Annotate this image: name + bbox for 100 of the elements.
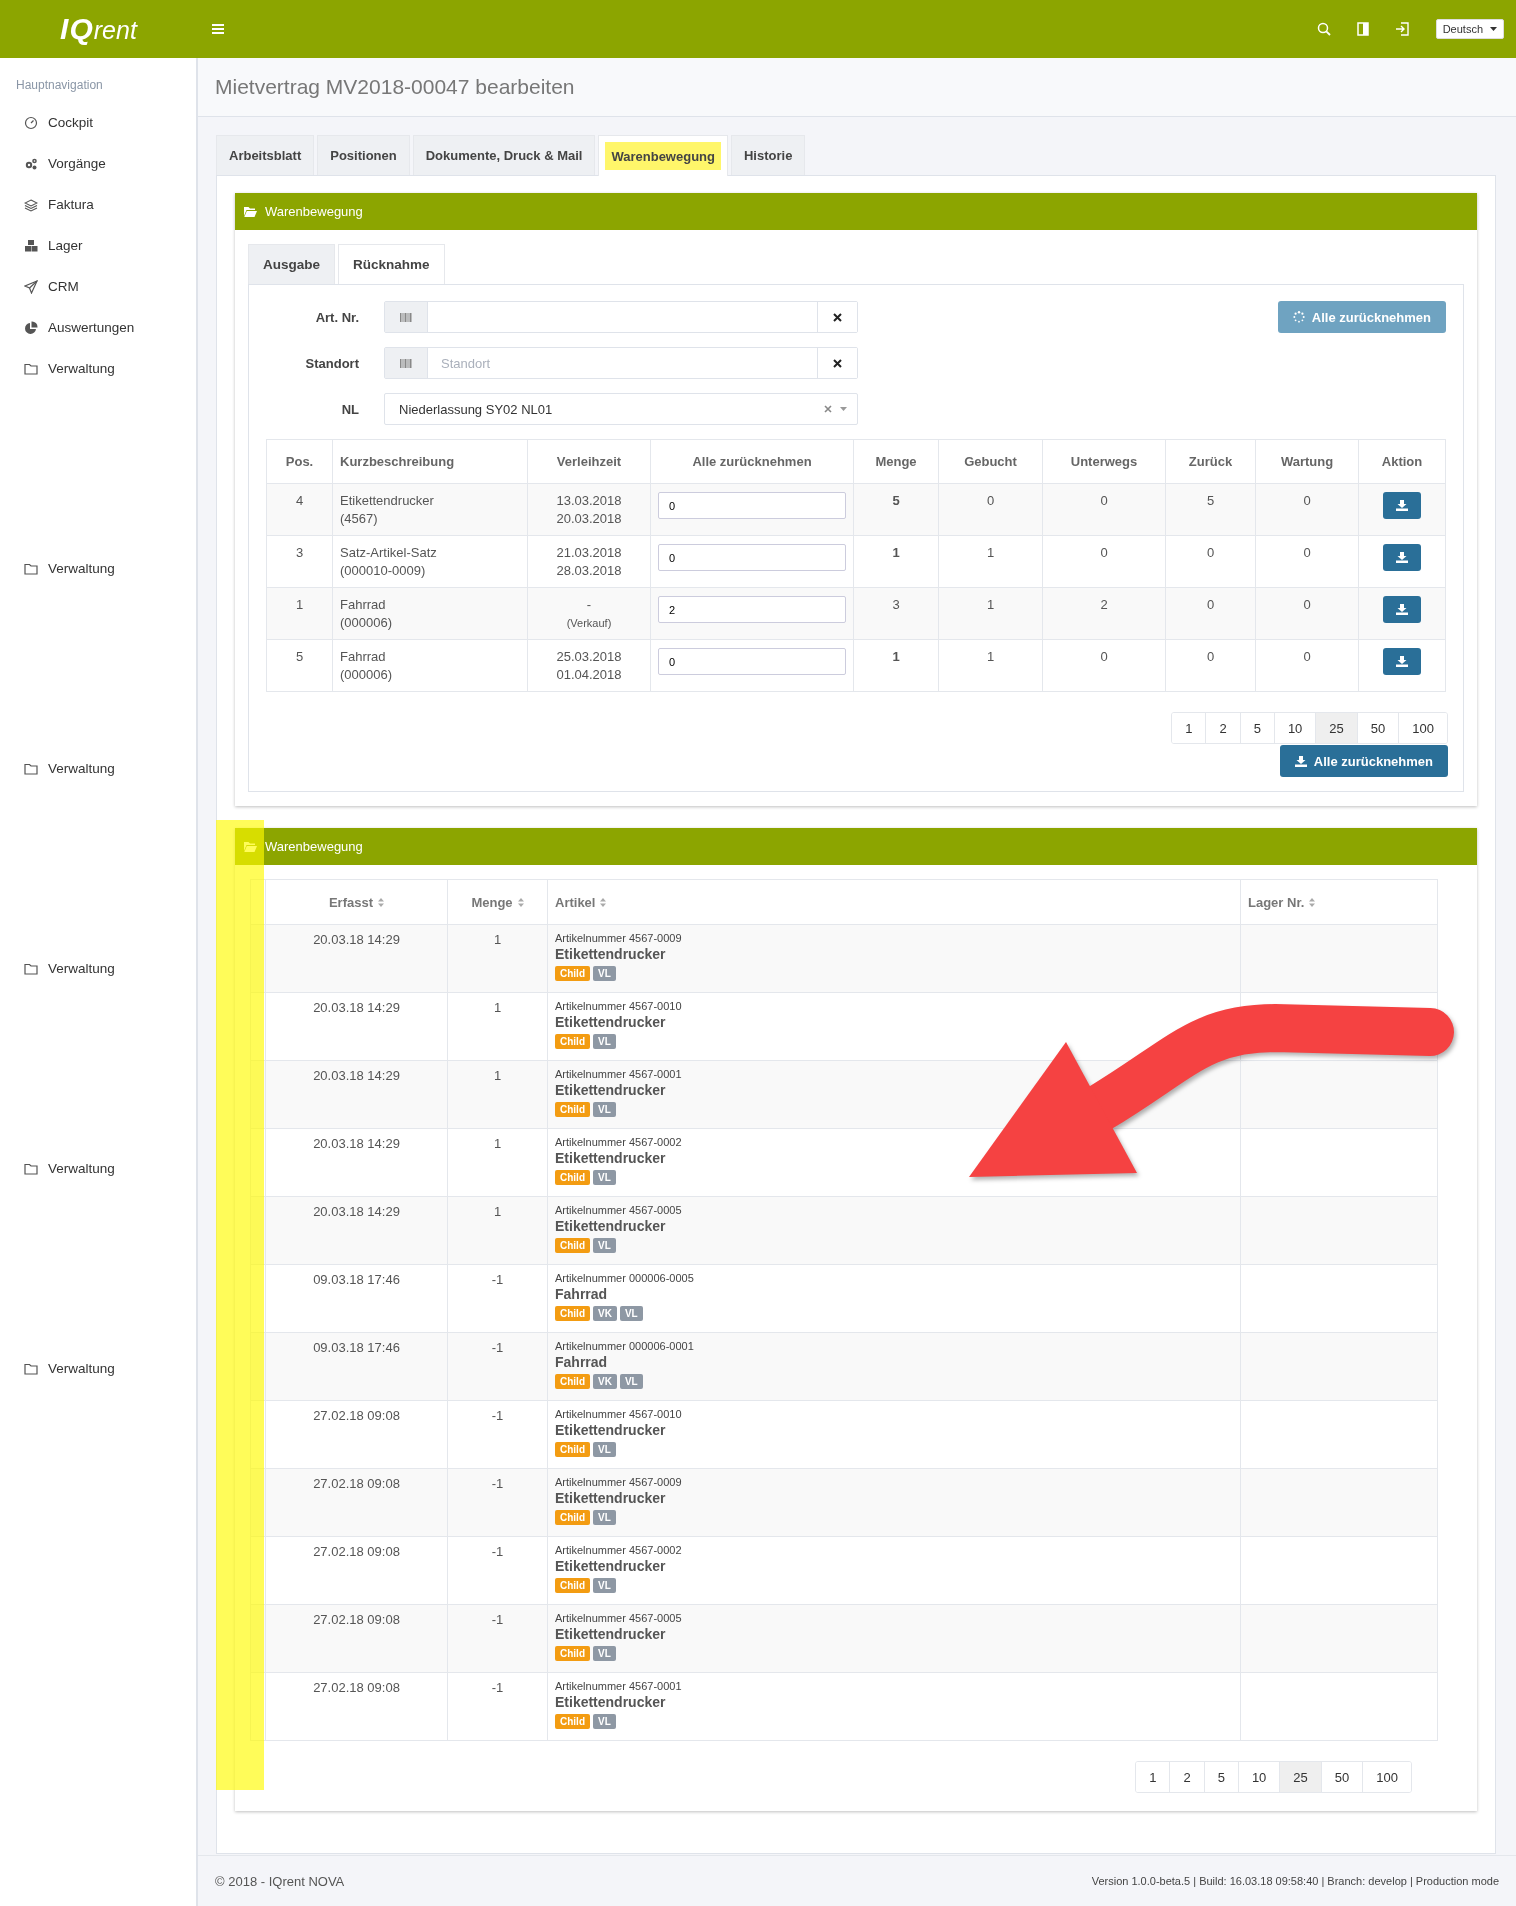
table-cell: 0	[1042, 639, 1166, 692]
return-button[interactable]	[1383, 648, 1421, 675]
sortable-header[interactable]: Erfasst	[328, 894, 385, 910]
language-select[interactable]: Deutsch	[1435, 19, 1504, 39]
article-name: Etikettendrucker	[555, 1490, 667, 1506]
sortable-header[interactable]: Menge	[471, 894, 524, 910]
return-button[interactable]	[1383, 492, 1421, 519]
table-cell-text: 13.03.2018	[555, 492, 623, 510]
article-number: Artikelnummer 4567-0002	[555, 1544, 683, 1556]
article-name: Etikettendrucker	[555, 1150, 667, 1166]
table-cell: -1	[447, 1468, 548, 1537]
tab[interactable]: Historie	[731, 135, 806, 175]
table-cell: 09.03.18 17:46	[265, 1332, 448, 1401]
article-name: Fahrrad	[555, 1286, 609, 1302]
quantity-input[interactable]: 0	[658, 492, 846, 519]
article-name: Etikettendrucker	[555, 1558, 667, 1574]
tab[interactable]: Rücknahme	[338, 244, 445, 284]
folder-icon	[244, 841, 257, 852]
table-cell: 5	[853, 483, 939, 536]
tag: VL	[619, 1306, 643, 1321]
sidebar-item[interactable]: Vorgänge	[0, 143, 196, 184]
return-all-button[interactable]: Alle zurücknehmen	[1279, 745, 1448, 777]
column-header: Wartung	[1255, 439, 1359, 484]
table-cell: 27.02.18 09:08	[265, 1536, 448, 1605]
table-cell: 20.03.18 14:29	[265, 1060, 448, 1129]
tab[interactable]: Warenbewegung	[598, 135, 728, 176]
download-icon	[1396, 552, 1408, 563]
sidebar-item[interactable]: Auswertungen	[0, 307, 196, 348]
article-number: Artikelnummer 4567-0009	[555, 1476, 683, 1488]
article-name: Fahrrad	[555, 1354, 609, 1370]
page-size-button[interactable]: 100	[1362, 1762, 1411, 1792]
article-number: Artikelnummer 4567-0010	[555, 1000, 683, 1012]
table-cell-text: (4567)	[340, 510, 379, 528]
page-size-button[interactable]: 25	[1315, 713, 1357, 743]
article-number: Artikelnummer 4567-0002	[555, 1136, 683, 1148]
tag: VL	[593, 1102, 616, 1117]
logout-icon[interactable]	[1394, 22, 1410, 36]
tag: VL	[593, 1646, 616, 1661]
table-cell: 1	[447, 992, 548, 1061]
text-field[interactable]: Standort	[384, 347, 858, 379]
sidebar-item[interactable]: Verwaltung	[0, 348, 196, 389]
tag: Child	[555, 1238, 590, 1253]
sortable-header[interactable]: Artikel	[555, 894, 607, 910]
panel-toggle-icon[interactable]	[1356, 22, 1369, 36]
sidebar-item[interactable]: Verwaltung	[0, 548, 196, 589]
quantity-input[interactable]: 2	[658, 596, 846, 623]
table-cell: 1	[853, 535, 939, 588]
sidebar-item[interactable]: CRM	[0, 266, 196, 307]
page-size-button[interactable]: 100	[1398, 713, 1447, 743]
quantity-input[interactable]: 0	[658, 544, 846, 571]
search-icon[interactable]	[1316, 22, 1331, 36]
sidebar-item[interactable]: Faktura	[0, 184, 196, 225]
table-cell: 3	[266, 535, 333, 588]
sidebar-item[interactable]: Verwaltung	[0, 1148, 196, 1189]
folder-icon	[24, 761, 38, 776]
table-cell: 0	[1255, 639, 1359, 692]
caret-icon	[1490, 27, 1497, 31]
sortable-header[interactable]: Lager Nr.	[1248, 894, 1316, 910]
tag: VL	[593, 1510, 616, 1525]
page-size-button[interactable]: 25	[1279, 1762, 1321, 1792]
table-cell: -1	[447, 1672, 548, 1741]
table-cell: 0	[1042, 483, 1166, 536]
table-cell: 1	[447, 1060, 548, 1129]
column-header: Zurück	[1165, 439, 1256, 484]
table-cell-text: (000010-0009)	[340, 562, 427, 580]
boxes-icon	[24, 238, 38, 253]
tag: VL	[593, 1578, 616, 1593]
menu-icon[interactable]	[212, 24, 224, 34]
table-cell: 27.02.18 09:08	[265, 1672, 448, 1741]
sidebar-item[interactable]: Verwaltung	[0, 748, 196, 789]
table-cell: 0	[1255, 587, 1359, 640]
text-field[interactable]	[384, 301, 858, 333]
return-button[interactable]	[1383, 544, 1421, 571]
article-name: Etikettendrucker	[555, 1626, 667, 1642]
article-number: Artikelnummer 4567-0009	[555, 932, 683, 944]
sidebar-item[interactable]: Verwaltung	[0, 948, 196, 989]
sidebar-item[interactable]: Cockpit	[0, 102, 196, 143]
article-name: Etikettendrucker	[555, 1082, 667, 1098]
sidebar-item[interactable]: Lager	[0, 225, 196, 266]
article-number: Artikelnummer 4567-0010	[555, 1408, 683, 1420]
close-icon	[833, 358, 842, 368]
clear-button[interactable]	[817, 348, 857, 378]
quantity-input[interactable]: 0	[658, 648, 846, 675]
folder-icon	[24, 361, 38, 376]
barcode-icon	[400, 312, 412, 322]
table-cell: 1	[938, 587, 1043, 640]
tab[interactable]: Arbeitsblatt	[216, 135, 315, 175]
folder-icon	[24, 1361, 38, 1376]
table-cell: 3	[853, 587, 939, 640]
close-icon	[833, 312, 842, 322]
folder-icon	[244, 206, 257, 217]
clear-button[interactable]	[817, 302, 857, 332]
branch-select[interactable]: Niederlassung SY02 NL01	[384, 393, 858, 425]
tab[interactable]: Ausgabe	[248, 244, 335, 284]
sidebar-item[interactable]: Verwaltung	[0, 1348, 196, 1389]
sort-icon	[517, 897, 524, 907]
tag: Child	[555, 1374, 590, 1389]
tab[interactable]: Positionen	[317, 135, 410, 175]
return-button[interactable]	[1383, 596, 1421, 623]
tab[interactable]: Dokumente, Druck & Mail	[412, 135, 596, 175]
